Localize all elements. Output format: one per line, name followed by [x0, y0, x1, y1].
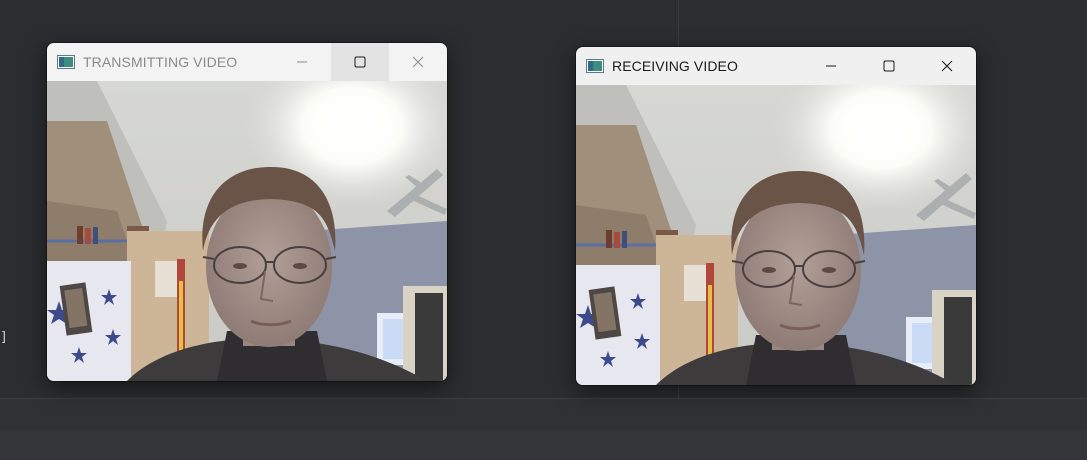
- maximize-button[interactable]: [860, 47, 918, 85]
- close-button[interactable]: [918, 47, 976, 85]
- close-icon: [941, 60, 953, 72]
- video-feed: [47, 81, 447, 381]
- editor-tool-strip: [0, 398, 1087, 431]
- window-title: TRANSMITTING VIDEO: [83, 54, 238, 70]
- close-icon: [412, 56, 424, 68]
- window-title: RECEIVING VIDEO: [612, 58, 738, 74]
- minimize-icon: [297, 61, 307, 63]
- minimize-button[interactable]: [273, 43, 331, 81]
- maximize-icon: [354, 56, 366, 68]
- app-icon: [57, 55, 75, 69]
- maximize-icon: [883, 60, 895, 72]
- titlebar[interactable]: TRANSMITTING VIDEO: [47, 43, 447, 81]
- caption-buttons: [802, 47, 976, 85]
- minimize-button[interactable]: [802, 47, 860, 85]
- close-button[interactable]: [389, 43, 447, 81]
- video-feed: [576, 85, 976, 385]
- transmitting-video-window[interactable]: TRANSMITTING VIDEO: [47, 43, 447, 381]
- minimize-icon: [826, 65, 836, 67]
- app-icon: [586, 59, 604, 73]
- maximize-button[interactable]: [331, 43, 389, 81]
- titlebar[interactable]: RECEIVING VIDEO: [576, 47, 976, 85]
- caption-buttons: [273, 43, 447, 81]
- editor-status-bar: [0, 430, 1087, 460]
- receiving-video-window[interactable]: RECEIVING VIDEO: [576, 47, 976, 385]
- editor-code-fragment: ]: [0, 330, 8, 345]
